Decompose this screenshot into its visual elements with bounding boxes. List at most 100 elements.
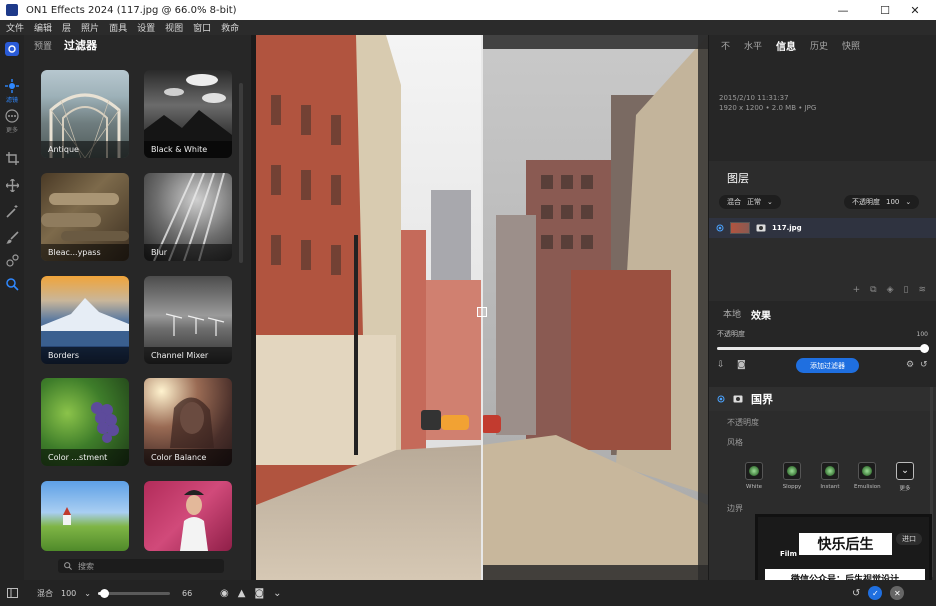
menu-settings[interactable]: 设置	[137, 21, 155, 34]
style-swatch	[858, 462, 876, 480]
style-emulsion[interactable]: Emulision	[854, 462, 881, 490]
view-controls: ◉ ▲ ◙ ⌄	[220, 580, 282, 606]
more-tool-icon[interactable]	[3, 107, 21, 125]
fill-icon[interactable]: ◈	[887, 285, 894, 295]
filter-thumb-blur[interactable]: Blur	[144, 173, 232, 261]
tab-levels[interactable]: 水平	[744, 39, 762, 52]
add-layer-icon[interactable]: +	[853, 285, 861, 295]
menu-photo[interactable]: 照片	[81, 21, 99, 34]
border-filter-header[interactable]: 国界	[709, 387, 936, 411]
layer-actions: + ⧉ ◈ ▯ ≋	[853, 285, 926, 295]
style-label: 风格	[727, 438, 743, 447]
effect-opacity-slider[interactable]	[717, 344, 929, 353]
tab-local[interactable]: 本地	[723, 307, 741, 322]
menu-help[interactable]: 救命	[221, 21, 239, 34]
trash-icon[interactable]: ▯	[904, 285, 909, 295]
menu-edit[interactable]: 编辑	[34, 21, 52, 34]
chevron-down-icon: ⌄	[767, 198, 773, 206]
menu-mask[interactable]: 面具	[109, 21, 127, 34]
bottom-blend[interactable]: 混合 100 ⌄	[37, 580, 91, 606]
style-label-more: 更多	[899, 486, 911, 492]
opacity-label: 不透明度	[852, 198, 880, 206]
tab-snapshots[interactable]: 快照	[842, 39, 860, 52]
brush-tool-icon[interactable]	[3, 228, 21, 246]
filter-thumb-landscape[interactable]	[41, 481, 129, 551]
bottom-actions: ↺ ✓ ✕	[852, 580, 905, 606]
style-white[interactable]: White	[741, 462, 767, 490]
add-filter-button[interactable]: 添加过滤器	[796, 358, 859, 373]
panel-toggle-icon[interactable]	[7, 580, 18, 606]
split-handle[interactable]	[477, 307, 487, 317]
tab-navigator[interactable]: 不	[721, 39, 730, 52]
stack-icon[interactable]: ≋	[918, 285, 926, 295]
undo-icon[interactable]: ↺	[852, 588, 860, 599]
compare-icon[interactable]: ▲	[238, 588, 246, 599]
mask-view-icon[interactable]: ◙	[254, 588, 264, 599]
slider-knob[interactable]	[100, 589, 109, 598]
filter-thumb-borders[interactable]: Borders	[41, 276, 129, 364]
filter-search-input[interactable]: 搜索	[58, 559, 224, 573]
style-more[interactable]: ⌄ 更多	[892, 462, 918, 492]
style-instant[interactable]: Instant	[817, 462, 843, 490]
mask-toggle-icon[interactable]: ◙	[737, 360, 746, 370]
filter-mask-icon[interactable]	[733, 395, 743, 403]
image-canvas[interactable]	[256, 35, 708, 580]
title-bar: ON1 Effects 2024 (117.jpg @ 66.0% 8-bit)…	[0, 0, 936, 20]
minimize-button[interactable]: —	[822, 0, 864, 20]
style-sloppy[interactable]: Sloppy	[779, 462, 805, 490]
effect-opacity-value: 100	[916, 331, 928, 338]
window-title: ON1 Effects 2024 (117.jpg @ 66.0% 8-bit)	[26, 4, 237, 16]
eye-icon[interactable]: ◉	[220, 588, 229, 599]
blend-mode-value: 正常	[747, 198, 761, 206]
layer-opacity-select[interactable]: 不透明度 100 ⌄	[844, 195, 920, 209]
menu-file[interactable]: 文件	[6, 21, 24, 34]
tab-history[interactable]: 历史	[810, 39, 828, 52]
layer-name: 117.jpg	[772, 224, 802, 232]
filter-thumb-black-white[interactable]: Black & White	[144, 70, 232, 158]
cancel-icon[interactable]: ✕	[890, 586, 905, 600]
close-button[interactable]: ✕	[894, 0, 936, 20]
gear-icon[interactable]: ⚙	[906, 360, 914, 370]
more-tool-caption: 更多	[5, 127, 18, 134]
chevron-down-icon[interactable]: ⌄	[273, 588, 281, 599]
filter-thumb-portrait[interactable]	[144, 481, 232, 551]
filter-thumb-antique[interactable]: Antique	[41, 70, 129, 158]
filter-scrollbar[interactable]	[239, 83, 243, 263]
tab-filters[interactable]: 过滤器	[64, 37, 97, 53]
retouch-tool-icon[interactable]	[3, 251, 21, 269]
import-icon[interactable]: ⇩	[717, 360, 725, 370]
style-swatch	[783, 462, 801, 480]
bottom-opacity-value: 66	[182, 588, 193, 598]
info-tabs: 不 水平 信息 历史 快照	[709, 35, 936, 55]
image-info: 2015/2/10 11:31:37 1920 x 1200 • 2.0 MB …	[719, 93, 816, 113]
filter-thumb-color-adjustment[interactable]: Color ...stment	[41, 378, 129, 466]
filter-name: 国界	[751, 393, 773, 406]
filter-enable-icon[interactable]	[717, 395, 725, 403]
tab-info[interactable]: 信息	[776, 38, 796, 53]
filter-thumb-channel-mixer[interactable]: Channel Mixer	[144, 276, 232, 364]
tab-presets[interactable]: 预置	[34, 39, 52, 52]
tab-effects[interactable]: 效果	[751, 307, 771, 322]
blend-mode-select[interactable]: 混合 正常 ⌄	[719, 195, 781, 209]
apply-icon[interactable]: ✓	[868, 586, 883, 600]
layer-row[interactable]: 117.jpg	[709, 218, 936, 238]
duplicate-layer-icon[interactable]: ⧉	[870, 285, 876, 295]
chevron-down-icon: ⌄	[84, 588, 91, 598]
reset-icon[interactable]: ↺	[920, 360, 928, 370]
filter-thumb-bleach-bypass[interactable]: Bleac...ypass	[41, 173, 129, 261]
filter-thumb-color-balance[interactable]: Color Balance	[144, 378, 232, 466]
slider-knob[interactable]	[920, 344, 929, 353]
layer-visibility-icon[interactable]	[716, 224, 724, 232]
menu-view[interactable]: 视图	[165, 21, 183, 34]
filters-tool-icon[interactable]	[3, 77, 21, 95]
mask-icon[interactable]	[756, 224, 766, 232]
style-swatch	[821, 462, 839, 480]
menu-window[interactable]: 窗口	[193, 21, 211, 34]
move-tool-icon[interactable]	[3, 176, 21, 194]
zoom-tool-icon[interactable]	[3, 275, 21, 293]
import-label: 进口	[896, 533, 922, 545]
menu-layer[interactable]: 层	[62, 21, 71, 34]
crop-tool-icon[interactable]	[3, 149, 21, 167]
bottom-opacity-slider[interactable]	[98, 589, 170, 598]
magic-wand-icon[interactable]	[3, 202, 21, 220]
